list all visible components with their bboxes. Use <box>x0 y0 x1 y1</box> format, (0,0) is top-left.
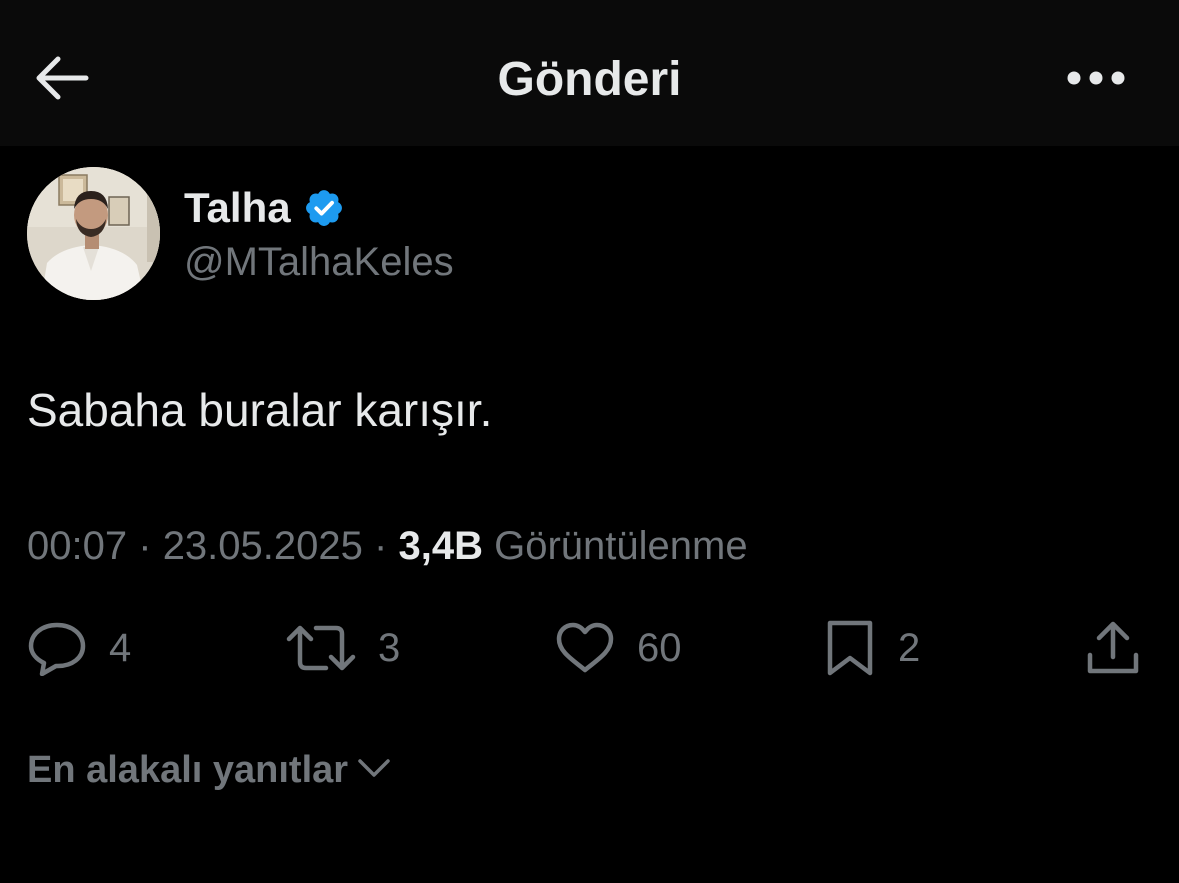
bookmark-count: 2 <box>898 626 921 670</box>
meta-separator: · <box>374 524 388 568</box>
verified-badge-icon <box>303 187 345 229</box>
chevron-down-icon <box>356 755 392 786</box>
page-title: Gönderi <box>497 53 682 106</box>
share-button[interactable] <box>1084 612 1142 684</box>
author-handle[interactable]: @MTalhaKeles <box>184 236 454 288</box>
more-options-button[interactable] <box>1060 55 1132 105</box>
like-count: 60 <box>637 626 682 670</box>
meta-separator: · <box>138 524 152 568</box>
post-text: Sabaha buralar karışır. <box>27 384 493 436</box>
post-meta: 00:07 · 23.05.2025 · 3,4B Görüntülenme <box>27 518 748 574</box>
heart-icon <box>555 620 615 676</box>
author-name-row[interactable]: Talha <box>184 180 345 236</box>
views-count[interactable]: 3,4B <box>398 524 483 568</box>
bookmark-icon <box>824 618 876 678</box>
repost-icon <box>286 620 356 676</box>
like-button[interactable]: 60 <box>555 612 682 684</box>
post-time[interactable]: 00:07 <box>27 524 127 568</box>
repost-count: 3 <box>378 626 401 670</box>
replies-sort-label: En alakalı yanıtlar <box>27 749 349 791</box>
share-icon <box>1084 619 1142 677</box>
more-horizontal-icon <box>1066 70 1126 91</box>
post-date[interactable]: 23.05.2025 <box>163 524 363 568</box>
replies-sort-selector[interactable]: En alakalı yanıtlar <box>27 742 392 798</box>
top-bar: Gönderi <box>0 0 1179 146</box>
views-label[interactable]: Görüntülenme <box>494 524 747 568</box>
reply-count: 4 <box>109 626 132 670</box>
comment-icon <box>27 620 87 676</box>
avatar[interactable] <box>27 167 160 300</box>
author-name: Talha <box>184 184 291 231</box>
repost-button[interactable]: 3 <box>286 612 400 684</box>
reply-button[interactable]: 4 <box>27 612 131 684</box>
bookmark-button[interactable]: 2 <box>824 612 920 684</box>
action-bar: 4 3 60 2 <box>0 612 1179 684</box>
